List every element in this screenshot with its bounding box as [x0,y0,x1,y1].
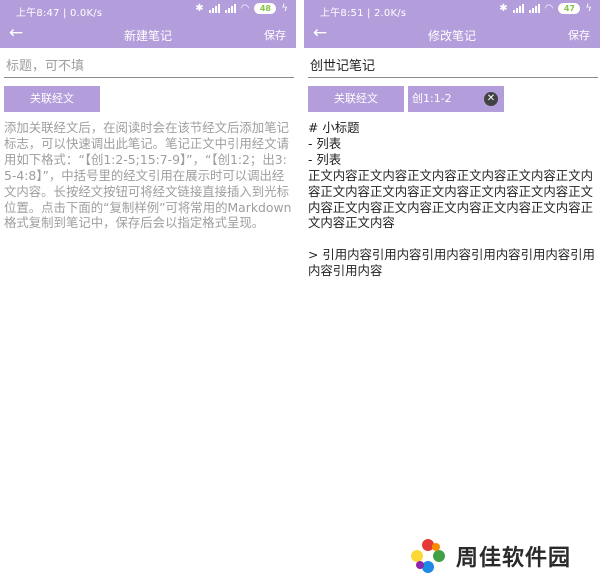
watermark-text: 周佳软件园 [456,546,572,571]
wifi-icon: ◠ [240,2,250,14]
status-icons: ✱ ◠ 47 ϟ [499,3,592,14]
page-title: 新建笔记 [123,29,172,43]
scripture-ref-value: 创1:1-2 [412,92,452,105]
charging-icon: ϟ [585,2,592,14]
app-bar: ← 新建笔记 保存 [0,20,296,48]
status-time: 上午8:47 | 0.0K/s [16,8,103,19]
charging-icon: ϟ [281,2,288,14]
status-icons: ✱ ◠ 48 ϟ [195,3,288,14]
scripture-ref-chip[interactable]: 创1:1-2 ✕ [408,86,504,112]
status-bar: 上午8:51 | 2.0K/s ✱ ◠ 47 ϟ [304,0,600,20]
wifi-icon: ◠ [544,2,554,14]
page-title: 修改笔记 [427,29,476,43]
signal-icon [528,4,540,13]
edit-note-screen: 上午8:51 | 2.0K/s ✱ ◠ 47 ϟ ← 修改笔记 保存 创世记笔记… [304,0,600,582]
note-title-input[interactable]: 创世记笔记 [308,56,598,78]
note-body-hint[interactable]: 添加关联经文后，在阅读时会在该节经文后添加笔记标志，可以快速调出此笔记。笔记正文… [4,120,294,231]
battery-icon: 48 [254,3,277,14]
battery-icon: 47 [558,3,581,14]
status-bar: 上午8:47 | 0.0K/s ✱ ◠ 48 ϟ [0,0,296,20]
link-scripture-button[interactable]: 关联经文 [308,86,404,112]
watermark: 周佳软件园 [408,536,571,576]
signal-icon [224,4,236,13]
signal-icon [512,4,524,13]
app-bar: ← 修改笔记 保存 [304,20,600,48]
signal-icon [208,4,220,13]
note-body-input[interactable]: # 小标题 - 列表 - 列表 正文内容正文内容正文内容正文内容正文内容正文内容… [308,120,598,279]
bluetooth-icon: ✱ [499,2,508,14]
note-title-input[interactable]: 标题，可不填 [4,56,294,78]
save-button[interactable]: 保存 [568,27,590,43]
save-button[interactable]: 保存 [264,27,286,43]
new-note-screen: 上午8:47 | 0.0K/s ✱ ◠ 48 ϟ ← 新建笔记 保存 标题，可不… [0,0,296,582]
status-time: 上午8:51 | 2.0K/s [320,8,407,19]
pinwheel-logo-icon [411,539,445,573]
clear-icon[interactable]: ✕ [484,92,498,106]
bluetooth-icon: ✱ [195,2,204,14]
link-scripture-button[interactable]: 关联经文 [4,86,100,112]
